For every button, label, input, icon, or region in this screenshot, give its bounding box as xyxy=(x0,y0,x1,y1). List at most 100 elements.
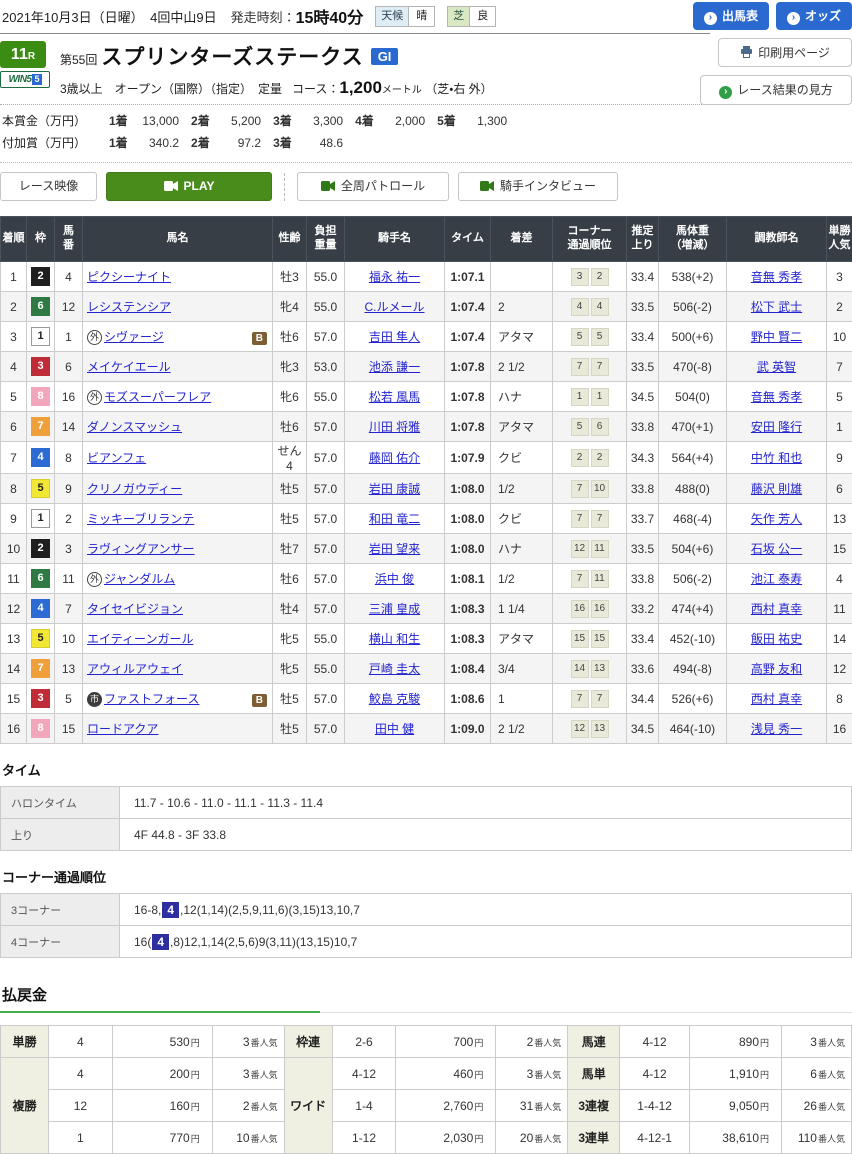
amount-number: 700 xyxy=(453,1035,473,1049)
horse-link[interactable]: ダノンスマッシュ xyxy=(87,420,182,434)
trainer-link[interactable]: 松下 武士 xyxy=(751,300,802,314)
jockey-cell: 横山 和生 xyxy=(345,624,445,654)
trainer-link[interactable]: 中竹 和也 xyxy=(751,451,802,465)
jockey-link[interactable]: 横山 和生 xyxy=(369,632,420,646)
amount-number: 890 xyxy=(739,1035,759,1049)
horse-name-cell: アウィルアウェイ xyxy=(83,654,273,684)
finish-time: 1:08.3 xyxy=(445,594,491,624)
horse-name-cell: ダノンスマッシュ xyxy=(83,412,273,442)
horse-link[interactable]: ロードアクア xyxy=(87,722,158,736)
horse-link[interactable]: ファストフォース xyxy=(104,692,199,706)
trainer-link[interactable]: 西村 真幸 xyxy=(751,602,802,616)
entry-table-button[interactable]: ›出馬表 xyxy=(693,2,769,30)
trainer-link[interactable]: 浅見 秀一 xyxy=(751,722,802,736)
odds-button[interactable]: ›オッズ xyxy=(776,2,852,30)
trainer-link[interactable]: 野中 賢二 xyxy=(751,330,802,344)
turf-label: 芝 xyxy=(448,7,470,26)
horse-link[interactable]: ビアンフェ xyxy=(87,451,146,465)
horse-weight: 506(-2) xyxy=(659,292,727,322)
jockey-link[interactable]: 松若 風馬 xyxy=(369,390,420,404)
margin: アタマ xyxy=(491,412,553,442)
print-page-button[interactable]: 印刷用ページ xyxy=(718,38,852,67)
trainer-cell: 矢作 芳人 xyxy=(727,504,827,534)
horse-name-cell: タイセイビジョン xyxy=(83,594,273,624)
jockey-link[interactable]: 鮫島 克駿 xyxy=(369,692,420,706)
jockey-link[interactable]: 和田 竜二 xyxy=(369,512,420,526)
jockey-link[interactable]: 岩田 康誠 xyxy=(369,482,420,496)
trainer-link[interactable]: 西村 真幸 xyxy=(751,692,802,706)
popularity-suffix: 番人気 xyxy=(818,1070,845,1080)
horse-link[interactable]: タイセイビジョン xyxy=(87,602,183,616)
horse-link[interactable]: ラヴィングアンサー xyxy=(87,542,195,556)
margin: ハナ xyxy=(491,382,553,412)
horse-link[interactable]: モズスーパーフレア xyxy=(104,390,211,404)
margin: 1 1/4 xyxy=(491,594,553,624)
jockey-link[interactable]: 浜中 俊 xyxy=(375,572,414,586)
corner-order-cell: 77 xyxy=(553,352,627,382)
win-popularity: 3 xyxy=(827,262,852,292)
trainer-link[interactable]: 飯田 祐史 xyxy=(751,632,802,646)
jockey-link[interactable]: 藤岡 佑介 xyxy=(369,451,420,465)
jockey-link[interactable]: 福永 祐一 xyxy=(369,270,420,284)
popularity-suffix: 番人気 xyxy=(534,1102,561,1112)
trainer-link[interactable]: 石坂 公一 xyxy=(751,542,802,556)
frame-badge: 4 xyxy=(31,599,50,618)
corner4-post: ,8)12,1,14(2,5,6)9(3,11)(13,15)10,7 xyxy=(170,935,357,949)
trainer-link[interactable]: 安田 隆行 xyxy=(751,420,802,434)
frame-cell: 4 xyxy=(27,594,55,624)
amount-number: 9,050 xyxy=(729,1099,759,1113)
jockey-link[interactable]: C.ルメール xyxy=(364,300,424,314)
turf-condition-value: 良 xyxy=(470,7,495,26)
patrol-video-button[interactable]: 全周パトロール xyxy=(297,172,449,201)
horse-name-cell: メイケイエール xyxy=(83,352,273,382)
play-label: PLAY xyxy=(184,179,215,193)
race-video-button[interactable]: レース映像 xyxy=(0,172,97,201)
horse-link[interactable]: メイケイエール xyxy=(87,360,171,374)
column-header: コーナー 通過順位 xyxy=(553,217,627,262)
trainer-link[interactable]: 音無 秀孝 xyxy=(751,390,802,404)
horse-name-cell: ラヴィングアンサー xyxy=(83,534,273,564)
grade-badge: GI xyxy=(371,48,399,65)
win-popularity: 16 xyxy=(827,714,852,744)
side-buttons: ›出馬表›オッズ 印刷用ページ ›レース結果の見方 xyxy=(622,2,852,105)
column-header: 馬体重 （増減） xyxy=(659,217,727,262)
table-row: 13510エイティーンガール牝555.0横山 和生1:08.3アタマ151533… xyxy=(1,624,852,654)
trainer-link[interactable]: 池江 泰寿 xyxy=(751,572,802,586)
jockey-link[interactable]: 岩田 望来 xyxy=(369,542,420,556)
jockey-link[interactable]: 三浦 皇成 xyxy=(369,602,420,616)
last-3f: 34.5 xyxy=(627,714,659,744)
finish-time: 1:08.0 xyxy=(445,534,491,564)
payout-amount: 1,910円 xyxy=(690,1058,782,1090)
horse-link[interactable]: ピクシーナイト xyxy=(87,270,171,284)
horse-link[interactable]: シヴァージ xyxy=(104,330,164,344)
horse-link[interactable]: エイティーンガール xyxy=(87,632,193,646)
jockey-link[interactable]: 池添 謙一 xyxy=(369,360,420,374)
jockey-interview-button[interactable]: 騎手インタビュー xyxy=(458,172,618,201)
trainer-link[interactable]: 高野 友和 xyxy=(751,662,802,676)
prize-pair: 3着 48.6 xyxy=(273,136,343,150)
play-button[interactable]: PLAY xyxy=(106,172,272,201)
horse-link[interactable]: ジャンダルム xyxy=(104,572,175,586)
jockey-cell: 三浦 皇成 xyxy=(345,594,445,624)
result-guide-button[interactable]: ›レース結果の見方 xyxy=(700,75,852,105)
horse-link[interactable]: クリノガウディー xyxy=(87,482,182,496)
column-header: 性齢 xyxy=(273,217,307,262)
table-row: 11611外ジャンダルム牡657.0浜中 俊1:08.11/271133.850… xyxy=(1,564,852,594)
jockey-link[interactable]: 田中 健 xyxy=(375,722,414,736)
jockey-link[interactable]: 吉田 隼人 xyxy=(369,330,420,344)
jockey-link[interactable]: 戸崎 圭太 xyxy=(369,662,420,676)
payout-combination: 1-4-12 xyxy=(620,1090,690,1122)
jockey-link[interactable]: 川田 将雅 xyxy=(369,420,420,434)
horse-link[interactable]: レシステンシア xyxy=(87,300,171,314)
trainer-link[interactable]: 矢作 芳人 xyxy=(751,512,802,526)
frame-badge: 3 xyxy=(31,689,50,708)
trainer-link[interactable]: 藤沢 則雄 xyxy=(751,482,802,496)
horse-link[interactable]: ミッキーブリランテ xyxy=(87,512,194,526)
bet-type: 馬連 xyxy=(568,1026,620,1058)
corner-order-cell: 1413 xyxy=(553,654,627,684)
trainer-link[interactable]: 武 英智 xyxy=(757,360,796,374)
yen-suffix: 円 xyxy=(760,1070,769,1080)
horse-link[interactable]: アウィルアウェイ xyxy=(87,662,183,676)
trainer-link[interactable]: 音無 秀孝 xyxy=(751,270,802,284)
race-title-line: 第55回スプリンターズステークスGI xyxy=(60,41,708,71)
